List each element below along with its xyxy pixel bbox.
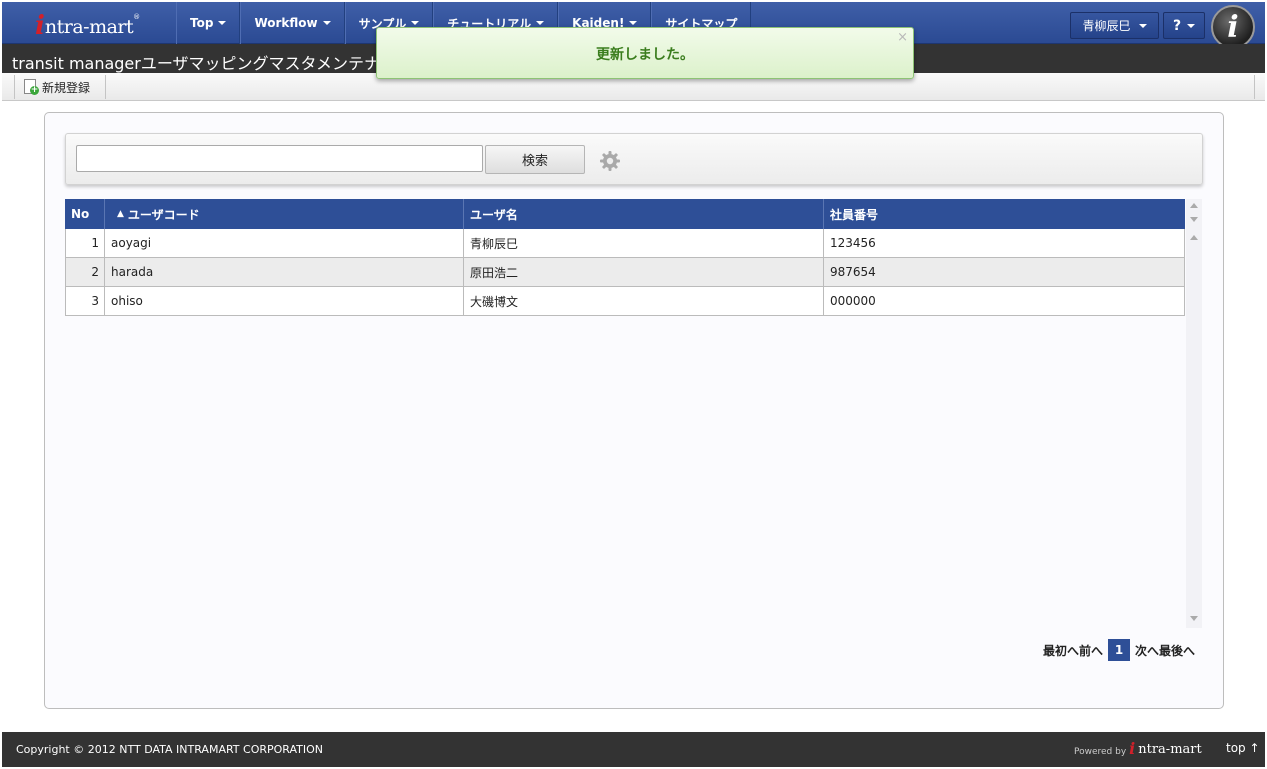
search-bar: 検索 xyxy=(65,133,1203,185)
cell-user-code: harada xyxy=(105,258,464,286)
new-register-label: 新規登録 xyxy=(42,80,91,95)
chevron-down-icon xyxy=(1187,23,1196,28)
menu-top-label: Top xyxy=(190,16,214,30)
cell-user-name: 原田浩二 xyxy=(464,258,824,286)
grid-scrollbar[interactable] xyxy=(1186,199,1202,628)
user-mapping-grid: No ▲ ユーザコード ユーザ名 社員番号 1 aoyagi 青柳辰巳 1234… xyxy=(65,199,1185,316)
brand-icon[interactable]: i xyxy=(1211,5,1255,49)
column-header-user-name[interactable]: ユーザ名 xyxy=(464,199,824,229)
sort-ascending-icon: ▲ xyxy=(117,209,124,219)
column-header-user-code[interactable]: ▲ ユーザコード xyxy=(105,199,464,229)
intra-mart-logo[interactable]: i ntra-mart ® xyxy=(35,9,140,39)
page-title: transit managerユーザマッピングマスタメンテナンス xyxy=(12,54,412,73)
chevron-down-icon xyxy=(322,21,331,25)
column-header-no[interactable]: No xyxy=(65,199,105,229)
menu-workflow-label: Workflow xyxy=(254,16,318,30)
scroll-up-icon[interactable] xyxy=(1190,203,1198,208)
scroll-down-icon[interactable] xyxy=(1190,217,1198,222)
menu-top[interactable]: Top xyxy=(176,2,241,44)
back-to-top-link[interactable]: top ↑ xyxy=(1226,741,1260,755)
scroll-up-icon[interactable] xyxy=(1190,235,1198,240)
cell-no: 2 xyxy=(66,258,105,286)
scroll-down-icon[interactable] xyxy=(1190,616,1198,621)
powered-logo-i: i xyxy=(1129,739,1136,758)
copyright-text: Copyright © 2012 NTT DATA INTRAMART CORP… xyxy=(16,743,324,756)
new-register-button[interactable]: + 新規登録 xyxy=(24,78,90,96)
pager-current-page[interactable]: 1 xyxy=(1108,639,1131,661)
column-header-user-code-label: ユーザコード xyxy=(127,207,200,222)
chevron-down-icon xyxy=(1138,23,1147,28)
cell-user-code: aoyagi xyxy=(105,229,464,257)
pagination: 最初へ 前へ 1 次へ 最後へ xyxy=(1043,639,1195,661)
column-header-employee-number[interactable]: 社員番号 xyxy=(824,199,1185,229)
cell-no: 3 xyxy=(66,287,105,315)
cell-employee-number: 123456 xyxy=(830,236,876,250)
search-input[interactable] xyxy=(76,145,483,172)
table-row[interactable]: 1 aoyagi 青柳辰巳 123456 xyxy=(65,229,1185,258)
toolbar-divider xyxy=(105,75,106,99)
cell-employee-number: 987654 xyxy=(830,265,876,279)
cell-user-name: 大磯博文 xyxy=(464,287,824,315)
user-menu-button[interactable]: 青柳辰巳 xyxy=(1070,12,1159,39)
pager-next[interactable]: 次へ xyxy=(1135,642,1159,659)
cell-no: 1 xyxy=(66,229,105,257)
content-panel: 検索 No ▲ ユーザコード ユーザ名 社員番号 1 aoyagi 青柳辰巳 1… xyxy=(44,112,1224,709)
brand-letter: i xyxy=(1227,9,1239,45)
toolbar-divider xyxy=(14,75,15,99)
cell-employee-number: 000000 xyxy=(830,294,876,308)
powered-logo-text: ntra-mart xyxy=(1138,742,1202,757)
toolbar-divider xyxy=(1254,75,1255,99)
search-button[interactable]: 検索 xyxy=(485,145,585,174)
table-row[interactable]: 3 ohiso 大磯博文 000000 xyxy=(65,287,1185,316)
close-icon[interactable]: × xyxy=(897,30,908,45)
chevron-down-icon xyxy=(629,21,638,25)
success-toast: 更新しました。 × xyxy=(376,27,914,79)
menu-workflow[interactable]: Workflow xyxy=(240,2,345,44)
table-row[interactable]: 2 harada 原田浩二 987654 xyxy=(65,258,1185,287)
cell-user-code: ohiso xyxy=(105,287,464,315)
new-document-icon: + xyxy=(24,79,39,95)
cell-user-name: 青柳辰巳 xyxy=(464,229,824,257)
grid-header: No ▲ ユーザコード ユーザ名 社員番号 xyxy=(65,199,1185,229)
footer: Copyright © 2012 NTT DATA INTRAMART CORP… xyxy=(2,732,1265,767)
pager-first[interactable]: 最初へ xyxy=(1043,642,1079,659)
powered-by-label: Powered by xyxy=(1074,747,1127,757)
chevron-down-icon xyxy=(411,21,420,25)
chevron-down-icon xyxy=(218,21,227,25)
toast-message: 更新しました。 xyxy=(596,47,694,63)
pager-last[interactable]: 最後へ xyxy=(1159,642,1195,659)
pager-prev[interactable]: 前へ xyxy=(1079,642,1103,659)
gear-icon[interactable] xyxy=(599,150,621,172)
chevron-down-icon xyxy=(536,21,545,25)
logo-text: ntra-mart xyxy=(44,16,134,38)
help-menu-button[interactable]: ? xyxy=(1163,12,1205,39)
powered-by-logo: Powered by i ntra-mart xyxy=(1074,739,1202,758)
help-icon: ? xyxy=(1172,17,1182,34)
logo-registered: ® xyxy=(133,13,141,21)
logo-i: i xyxy=(35,11,45,41)
user-name: 青柳辰巳 xyxy=(1082,19,1131,33)
